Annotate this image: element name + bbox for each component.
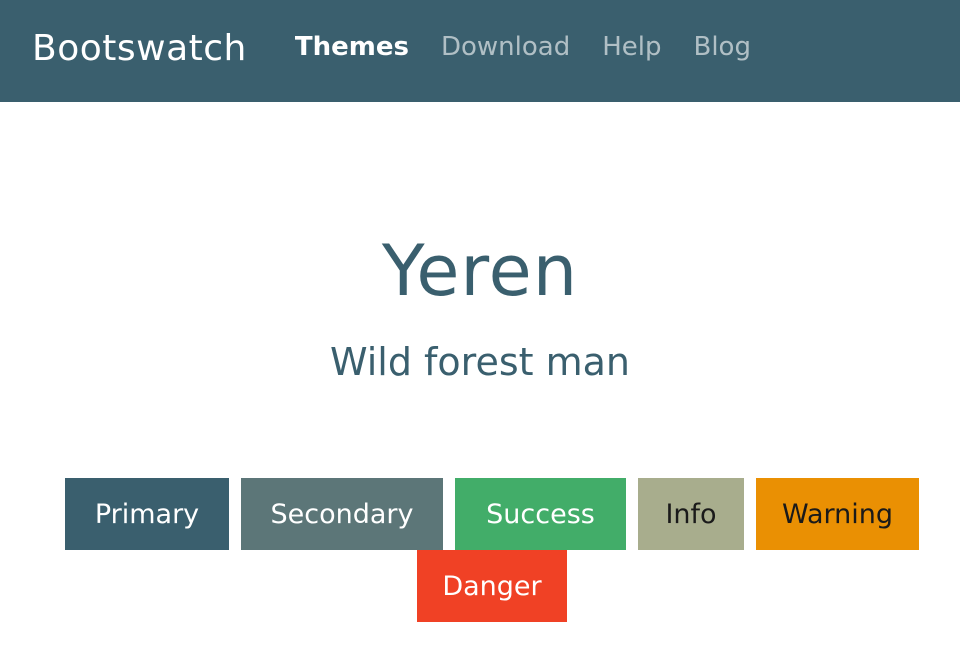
navbar: Bootswatch Themes Download Help Blog <box>0 0 960 102</box>
danger-button[interactable]: Danger <box>417 550 567 622</box>
warning-button[interactable]: Warning <box>756 478 919 550</box>
page-subtitle: Wild forest man <box>329 340 630 384</box>
primary-button[interactable]: Primary <box>65 478 229 550</box>
nav-link-download[interactable]: Download <box>441 32 570 62</box>
info-button[interactable]: Info <box>638 478 744 550</box>
success-button[interactable]: Success <box>455 478 626 550</box>
brand-link[interactable]: Bootswatch <box>32 28 247 69</box>
page-title: Yeren <box>381 230 579 312</box>
nav-link-help[interactable]: Help <box>602 32 661 62</box>
nav-link-blog[interactable]: Blog <box>693 32 750 62</box>
nav-link-themes[interactable]: Themes <box>295 32 409 62</box>
secondary-button[interactable]: Secondary <box>241 478 443 550</box>
